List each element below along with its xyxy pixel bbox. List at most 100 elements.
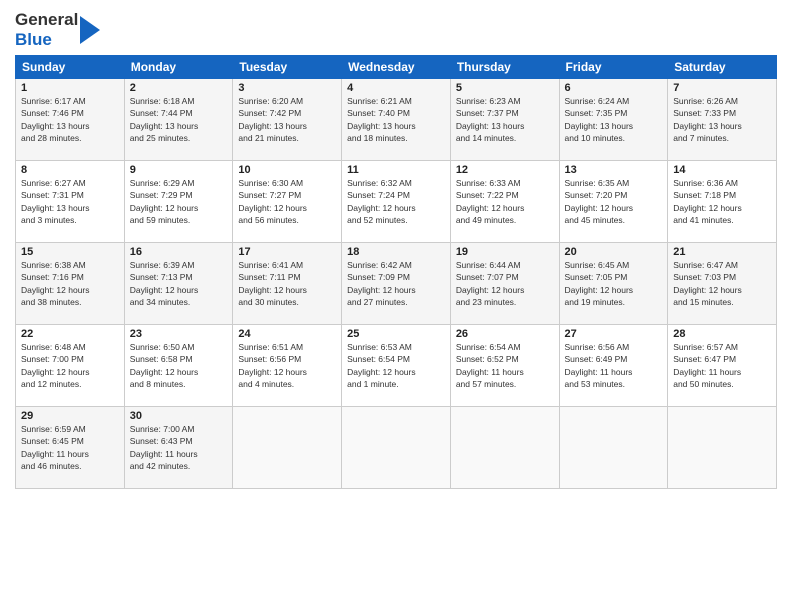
day-info: Sunrise: 6:51 AM Sunset: 6:56 PM Dayligh… <box>238 341 336 390</box>
calendar-cell: 5Sunrise: 6:23 AM Sunset: 7:37 PM Daylig… <box>450 79 559 161</box>
day-number: 11 <box>347 164 445 176</box>
day-info: Sunrise: 6:17 AM Sunset: 7:46 PM Dayligh… <box>21 95 119 144</box>
column-header-tuesday: Tuesday <box>233 56 342 79</box>
calendar-cell: 11Sunrise: 6:32 AM Sunset: 7:24 PM Dayli… <box>342 161 451 243</box>
day-info: Sunrise: 6:23 AM Sunset: 7:37 PM Dayligh… <box>456 95 554 144</box>
day-number: 7 <box>673 82 771 94</box>
day-info: Sunrise: 6:45 AM Sunset: 7:05 PM Dayligh… <box>565 259 663 308</box>
day-info: Sunrise: 6:44 AM Sunset: 7:07 PM Dayligh… <box>456 259 554 308</box>
day-info: Sunrise: 6:29 AM Sunset: 7:29 PM Dayligh… <box>130 177 228 226</box>
logo-arrow-icon <box>80 12 102 48</box>
day-info: Sunrise: 6:39 AM Sunset: 7:13 PM Dayligh… <box>130 259 228 308</box>
day-number: 28 <box>673 328 771 340</box>
day-info: Sunrise: 6:50 AM Sunset: 6:58 PM Dayligh… <box>130 341 228 390</box>
day-info: Sunrise: 6:33 AM Sunset: 7:22 PM Dayligh… <box>456 177 554 226</box>
calendar-cell: 17Sunrise: 6:41 AM Sunset: 7:11 PM Dayli… <box>233 243 342 325</box>
logo-blue-text: Blue <box>15 30 52 50</box>
calendar-cell: 3Sunrise: 6:20 AM Sunset: 7:42 PM Daylig… <box>233 79 342 161</box>
column-header-sunday: Sunday <box>16 56 125 79</box>
day-info: Sunrise: 6:48 AM Sunset: 7:00 PM Dayligh… <box>21 341 119 390</box>
day-number: 15 <box>21 246 119 258</box>
day-number: 26 <box>456 328 554 340</box>
calendar-cell: 18Sunrise: 6:42 AM Sunset: 7:09 PM Dayli… <box>342 243 451 325</box>
day-info: Sunrise: 6:57 AM Sunset: 6:47 PM Dayligh… <box>673 341 771 390</box>
calendar-cell: 19Sunrise: 6:44 AM Sunset: 7:07 PM Dayli… <box>450 243 559 325</box>
day-info: Sunrise: 6:20 AM Sunset: 7:42 PM Dayligh… <box>238 95 336 144</box>
day-info: Sunrise: 7:00 AM Sunset: 6:43 PM Dayligh… <box>130 423 228 472</box>
day-number: 2 <box>130 82 228 94</box>
day-info: Sunrise: 6:27 AM Sunset: 7:31 PM Dayligh… <box>21 177 119 226</box>
day-number: 17 <box>238 246 336 258</box>
day-info: Sunrise: 6:30 AM Sunset: 7:27 PM Dayligh… <box>238 177 336 226</box>
day-info: Sunrise: 6:59 AM Sunset: 6:45 PM Dayligh… <box>21 423 119 472</box>
calendar-cell: 14Sunrise: 6:36 AM Sunset: 7:18 PM Dayli… <box>668 161 777 243</box>
calendar-cell: 24Sunrise: 6:51 AM Sunset: 6:56 PM Dayli… <box>233 325 342 407</box>
calendar-cell: 2Sunrise: 6:18 AM Sunset: 7:44 PM Daylig… <box>124 79 233 161</box>
day-number: 20 <box>565 246 663 258</box>
calendar-cell: 29Sunrise: 6:59 AM Sunset: 6:45 PM Dayli… <box>16 407 125 489</box>
day-number: 10 <box>238 164 336 176</box>
column-header-monday: Monday <box>124 56 233 79</box>
calendar-cell: 6Sunrise: 6:24 AM Sunset: 7:35 PM Daylig… <box>559 79 668 161</box>
day-number: 16 <box>130 246 228 258</box>
calendar-cell <box>450 407 559 489</box>
day-number: 8 <box>21 164 119 176</box>
logo-general-text: General <box>15 10 78 30</box>
day-number: 1 <box>21 82 119 94</box>
day-info: Sunrise: 6:32 AM Sunset: 7:24 PM Dayligh… <box>347 177 445 226</box>
day-info: Sunrise: 6:24 AM Sunset: 7:35 PM Dayligh… <box>565 95 663 144</box>
day-info: Sunrise: 6:53 AM Sunset: 6:54 PM Dayligh… <box>347 341 445 390</box>
calendar-cell <box>668 407 777 489</box>
day-number: 4 <box>347 82 445 94</box>
calendar-cell: 1Sunrise: 6:17 AM Sunset: 7:46 PM Daylig… <box>16 79 125 161</box>
day-number: 18 <box>347 246 445 258</box>
day-number: 30 <box>130 410 228 422</box>
calendar-cell: 8Sunrise: 6:27 AM Sunset: 7:31 PM Daylig… <box>16 161 125 243</box>
calendar-cell <box>559 407 668 489</box>
day-info: Sunrise: 6:56 AM Sunset: 6:49 PM Dayligh… <box>565 341 663 390</box>
calendar-cell: 16Sunrise: 6:39 AM Sunset: 7:13 PM Dayli… <box>124 243 233 325</box>
day-number: 5 <box>456 82 554 94</box>
calendar-cell: 25Sunrise: 6:53 AM Sunset: 6:54 PM Dayli… <box>342 325 451 407</box>
calendar-body: 1Sunrise: 6:17 AM Sunset: 7:46 PM Daylig… <box>16 79 777 489</box>
calendar-cell: 23Sunrise: 6:50 AM Sunset: 6:58 PM Dayli… <box>124 325 233 407</box>
calendar-cell: 21Sunrise: 6:47 AM Sunset: 7:03 PM Dayli… <box>668 243 777 325</box>
column-header-thursday: Thursday <box>450 56 559 79</box>
calendar-week-row: 29Sunrise: 6:59 AM Sunset: 6:45 PM Dayli… <box>16 407 777 489</box>
day-number: 3 <box>238 82 336 94</box>
calendar-cell: 10Sunrise: 6:30 AM Sunset: 7:27 PM Dayli… <box>233 161 342 243</box>
calendar-cell: 26Sunrise: 6:54 AM Sunset: 6:52 PM Dayli… <box>450 325 559 407</box>
day-number: 25 <box>347 328 445 340</box>
day-info: Sunrise: 6:36 AM Sunset: 7:18 PM Dayligh… <box>673 177 771 226</box>
day-info: Sunrise: 6:47 AM Sunset: 7:03 PM Dayligh… <box>673 259 771 308</box>
page-header: General Blue <box>15 10 777 49</box>
day-info: Sunrise: 6:21 AM Sunset: 7:40 PM Dayligh… <box>347 95 445 144</box>
calendar-cell: 30Sunrise: 7:00 AM Sunset: 6:43 PM Dayli… <box>124 407 233 489</box>
day-info: Sunrise: 6:35 AM Sunset: 7:20 PM Dayligh… <box>565 177 663 226</box>
day-number: 13 <box>565 164 663 176</box>
calendar-week-row: 22Sunrise: 6:48 AM Sunset: 7:00 PM Dayli… <box>16 325 777 407</box>
day-number: 19 <box>456 246 554 258</box>
day-info: Sunrise: 6:26 AM Sunset: 7:33 PM Dayligh… <box>673 95 771 144</box>
day-number: 12 <box>456 164 554 176</box>
calendar-cell: 22Sunrise: 6:48 AM Sunset: 7:00 PM Dayli… <box>16 325 125 407</box>
day-number: 29 <box>21 410 119 422</box>
column-header-wednesday: Wednesday <box>342 56 451 79</box>
day-number: 14 <box>673 164 771 176</box>
calendar-cell: 20Sunrise: 6:45 AM Sunset: 7:05 PM Dayli… <box>559 243 668 325</box>
calendar-cell: 9Sunrise: 6:29 AM Sunset: 7:29 PM Daylig… <box>124 161 233 243</box>
calendar-header-row: SundayMondayTuesdayWednesdayThursdayFrid… <box>16 56 777 79</box>
column-header-saturday: Saturday <box>668 56 777 79</box>
calendar-week-row: 15Sunrise: 6:38 AM Sunset: 7:16 PM Dayli… <box>16 243 777 325</box>
day-number: 22 <box>21 328 119 340</box>
calendar-cell <box>342 407 451 489</box>
day-number: 23 <box>130 328 228 340</box>
day-number: 9 <box>130 164 228 176</box>
day-info: Sunrise: 6:41 AM Sunset: 7:11 PM Dayligh… <box>238 259 336 308</box>
day-info: Sunrise: 6:38 AM Sunset: 7:16 PM Dayligh… <box>21 259 119 308</box>
calendar-cell: 4Sunrise: 6:21 AM Sunset: 7:40 PM Daylig… <box>342 79 451 161</box>
calendar-cell: 15Sunrise: 6:38 AM Sunset: 7:16 PM Dayli… <box>16 243 125 325</box>
calendar-week-row: 1Sunrise: 6:17 AM Sunset: 7:46 PM Daylig… <box>16 79 777 161</box>
logo: General Blue <box>15 10 102 49</box>
calendar-cell: 7Sunrise: 6:26 AM Sunset: 7:33 PM Daylig… <box>668 79 777 161</box>
